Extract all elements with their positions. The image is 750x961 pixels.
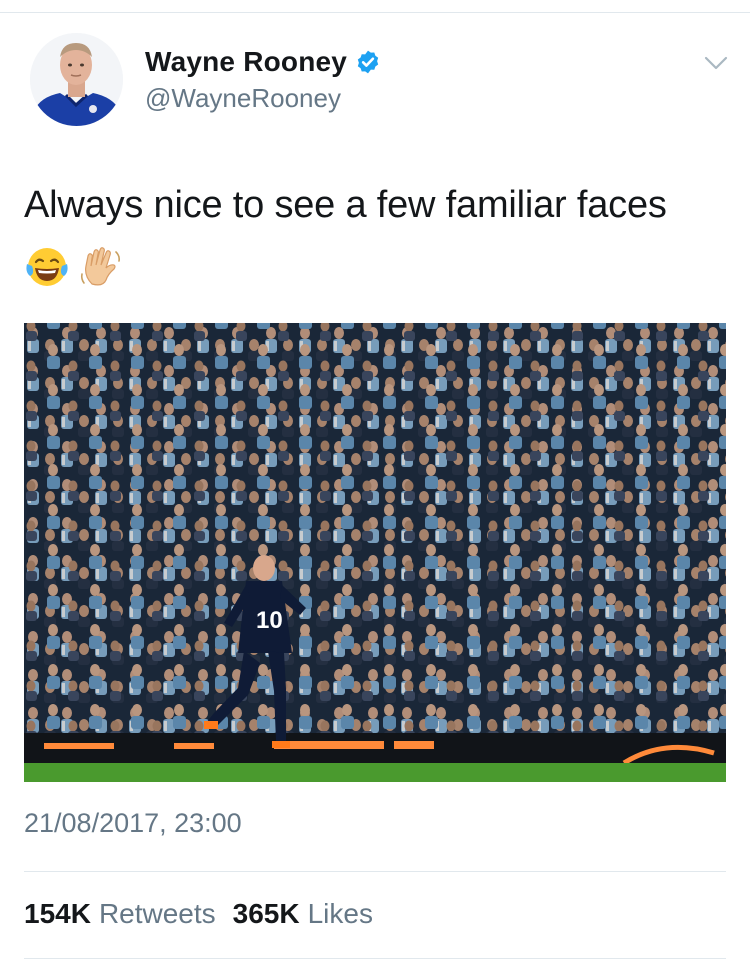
author-display-name[interactable]: Wayne Rooney (145, 46, 347, 78)
stats-top-divider (24, 871, 726, 872)
avatar-image (30, 33, 123, 126)
tweet-text: Always nice to see a few familiar faces (24, 184, 667, 226)
tweet-emojis (24, 244, 132, 290)
chevron-down-icon[interactable] (703, 54, 729, 72)
stats-bottom-divider (24, 958, 726, 959)
author-name-row[interactable]: Wayne Rooney (145, 44, 381, 80)
crowd-photo-image: 10 (24, 323, 726, 782)
top-divider (0, 12, 750, 13)
tweet-photo[interactable]: 10 (24, 323, 726, 782)
author-handle[interactable]: @WayneRooney (145, 83, 341, 114)
likes-count[interactable]: 365K (233, 898, 300, 930)
face-with-tears-of-joy-icon (26, 248, 68, 286)
tweet-stats: 154K Retweets 365K Likes (24, 898, 390, 930)
likes-label[interactable]: Likes (308, 898, 373, 930)
retweets-label[interactable]: Retweets (99, 898, 216, 930)
avatar[interactable] (30, 33, 123, 126)
verified-badge-icon (357, 50, 379, 74)
player-number: 10 (256, 607, 283, 634)
tweet-timestamp[interactable]: 21/08/2017, 23:00 (24, 808, 242, 839)
retweets-count[interactable]: 154K (24, 898, 91, 930)
waving-hand-icon (80, 247, 120, 286)
